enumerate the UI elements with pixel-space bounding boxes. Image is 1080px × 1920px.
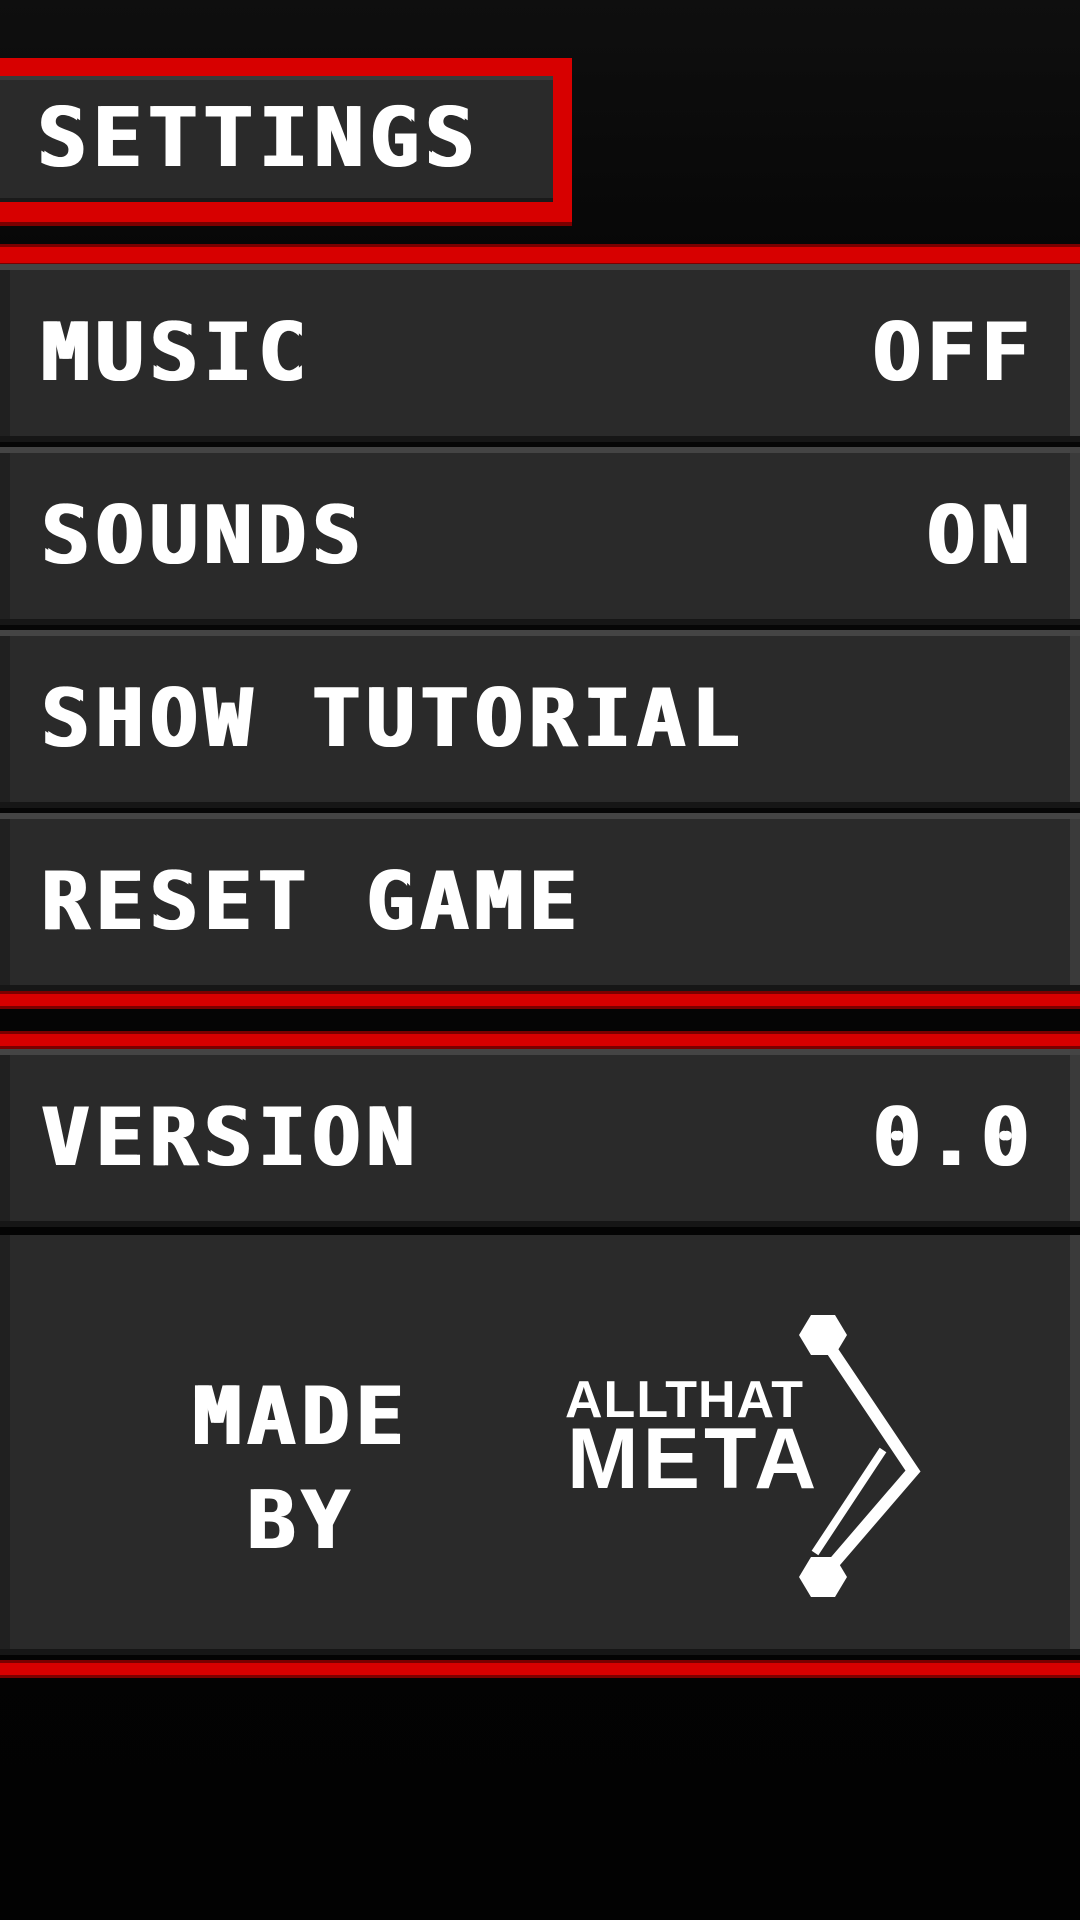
made-by-text: MADE BY: [150, 1365, 450, 1573]
music-toggle-row[interactable]: MUSIC OFF: [0, 264, 1080, 442]
reset-game-label: RESET GAME: [40, 855, 582, 948]
version-row: VERSION 0.0: [0, 1049, 1080, 1227]
music-value[interactable]: OFF: [872, 313, 1035, 393]
section-divider-top: [0, 1034, 1080, 1046]
sounds-value[interactable]: ON: [926, 496, 1034, 576]
logo-text-bottom: META: [567, 1411, 821, 1507]
sounds-label: SOUNDS: [40, 489, 365, 582]
settings-title-frame: SETTINGS: [0, 58, 572, 222]
settings-title-panel: SETTINGS: [0, 76, 553, 202]
bottom-divider: [0, 1663, 1080, 1675]
show-tutorial-button[interactable]: SHOW TUTORIAL: [0, 630, 1080, 808]
reset-game-button[interactable]: RESET GAME: [0, 813, 1080, 991]
page-title: SETTINGS: [36, 91, 479, 186]
music-label: MUSIC: [40, 306, 311, 399]
version-label: VERSION: [40, 1091, 420, 1184]
made-by-line-2: BY: [245, 1474, 355, 1567]
top-divider: [0, 247, 1080, 263]
version-value: 0.0: [871, 1091, 1034, 1184]
made-by-line-1: MADE: [191, 1370, 409, 1463]
show-tutorial-label: SHOW TUTORIAL: [40, 672, 745, 765]
section-divider-bottom: [0, 994, 1080, 1006]
credits-panel: MADE BY ALLTHAT META: [0, 1235, 1080, 1655]
sounds-toggle-row[interactable]: SOUNDS ON: [0, 447, 1080, 625]
